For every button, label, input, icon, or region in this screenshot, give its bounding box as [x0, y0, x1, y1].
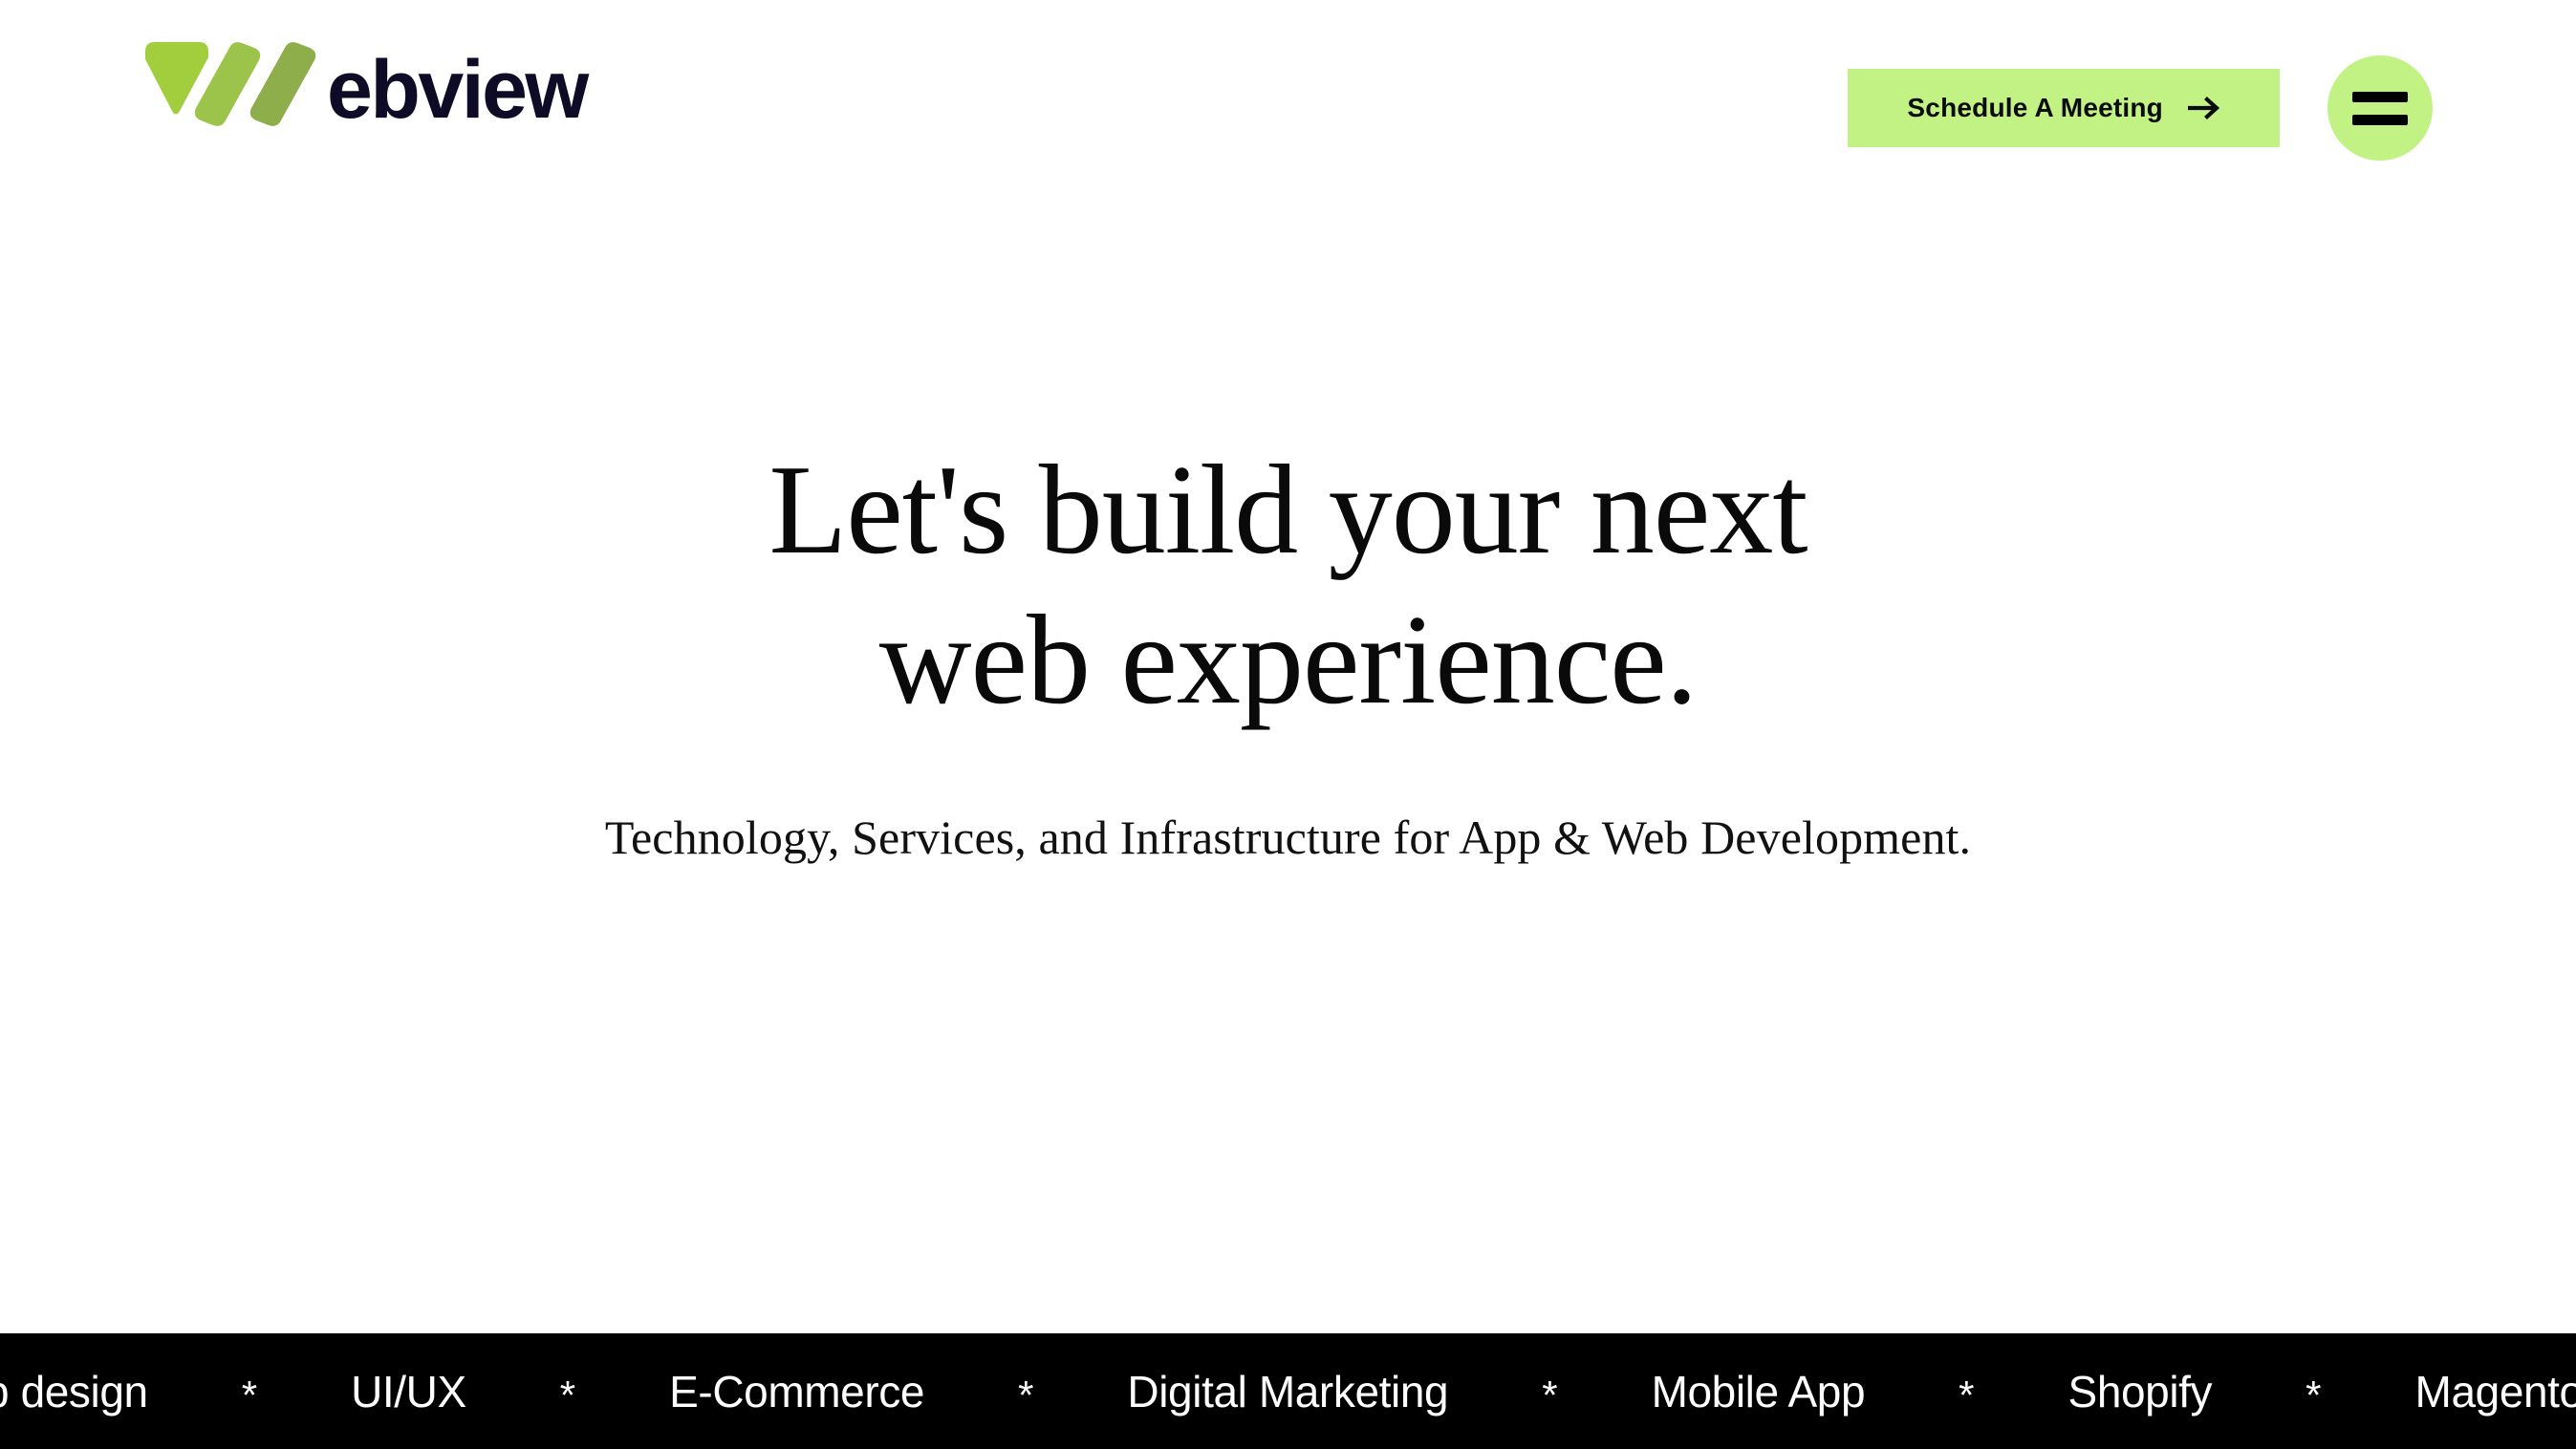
brand-logo-link[interactable]: ebview	[141, 40, 589, 136]
header-actions: Schedule A Meeting	[1848, 55, 2433, 161]
hamburger-menu-icon-bar-2	[2352, 114, 2408, 125]
marquee-item[interactable]: E-Commerce	[619, 1366, 974, 1417]
cta-label: Schedule A Meeting	[1907, 93, 2163, 122]
marquee-item[interactable]: Mobile App	[1602, 1366, 1916, 1417]
marquee-item[interactable]: Digital Marketing	[1077, 1366, 1498, 1417]
marquee-separator: *	[1959, 1372, 1975, 1417]
marquee-separator: *	[559, 1372, 576, 1417]
marquee-separator: *	[1542, 1372, 1558, 1417]
arrow-right-icon	[2187, 95, 2220, 121]
schedule-a-meeting-button[interactable]: Schedule A Meeting	[1848, 69, 2280, 147]
hero-section: Let's build your next web experience. Te…	[0, 435, 2576, 865]
marquee-item[interactable]: Magento	[2366, 1366, 2576, 1417]
marquee-separator: *	[1018, 1372, 1034, 1417]
hamburger-menu-button[interactable]	[2327, 55, 2433, 161]
hero-title-line-2: web experience.	[878, 588, 1698, 730]
page-title: Let's build your next web experience.	[0, 435, 2576, 735]
marquee-item[interactable]: Shopify	[2019, 1366, 2262, 1417]
site-header: ebview Schedule A Meeting	[0, 0, 2576, 191]
marquee-item[interactable]: UI/UX	[301, 1366, 516, 1417]
marquee-item[interactable]: b design	[0, 1366, 198, 1417]
webview-w-logo-icon	[141, 40, 333, 128]
hero-subtitle: Technology, Services, and Infrastructure…	[604, 810, 1972, 864]
marquee-separator: *	[241, 1372, 258, 1417]
marquee-track: b design * UI/UX * E-Commerce * Digital Market…	[0, 1366, 2576, 1417]
hamburger-menu-icon	[2352, 91, 2408, 102]
brand-wordmark: ebview	[327, 44, 589, 136]
services-marquee-bar: b design * UI/UX * E-Commerce * Digital Market…	[0, 1333, 2576, 1449]
marquee-separator: *	[2305, 1372, 2322, 1417]
hero-title-line-1: Let's build your next	[768, 439, 1808, 580]
